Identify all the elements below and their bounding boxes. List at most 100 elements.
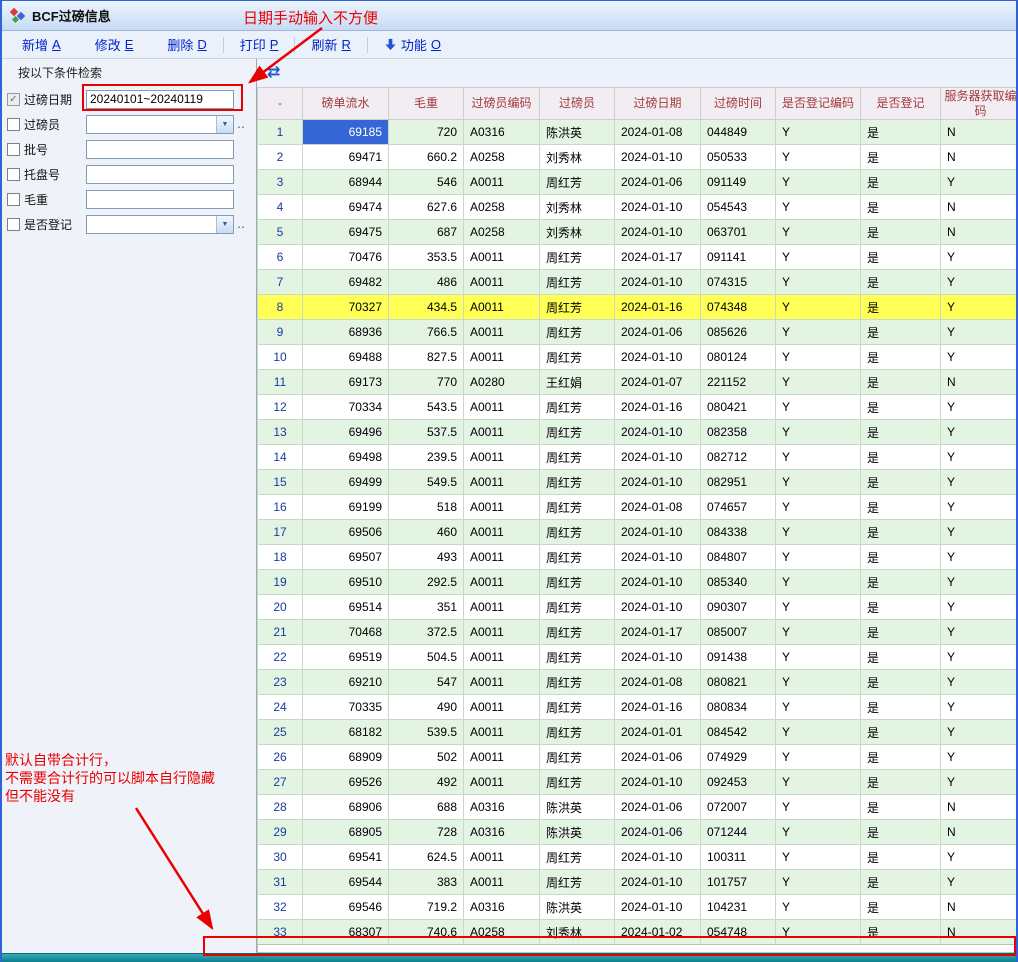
grid-cell[interactable]: 是 [861,845,941,870]
grid-cell[interactable]: N [941,795,1017,820]
grid-cell[interactable]: Y [941,495,1017,520]
grid-cell[interactable]: 69475 [303,220,389,245]
row-number-cell[interactable]: 21 [258,620,303,645]
grid-cell[interactable]: A0011 [464,445,540,470]
print-button[interactable]: 打印P [234,33,285,56]
grid-cell[interactable]: Y [941,745,1017,770]
grid-cell[interactable]: Y [776,245,861,270]
table-row[interactable]: 2369210547A0011周红芳2024-01-08080821Y是Y [258,670,1017,695]
grid-cell[interactable]: 周红芳 [540,695,615,720]
grid-cell[interactable]: 2024-01-16 [615,295,701,320]
grid-cell[interactable]: N [941,195,1017,220]
table-row[interactable]: 3269546719.2A0316陈洪英2024-01-10104231Y是N [258,895,1017,920]
grid-cell[interactable]: 70327 [303,295,389,320]
row-number-cell[interactable]: 23 [258,670,303,695]
grid-cell[interactable]: 719.2 [389,895,464,920]
grid-cell[interactable]: Y [776,595,861,620]
grid-cell[interactable]: Y [776,445,861,470]
grid-cell[interactable]: 687 [389,220,464,245]
grid-cell[interactable]: 69544 [303,870,389,895]
table-row[interactable]: 2568182539.5A0011周红芳2024-01-01084542Y是Y [258,720,1017,745]
grid-cell[interactable]: Y [941,170,1017,195]
grid-cell[interactable]: 074929 [701,745,776,770]
grid-cell[interactable]: 刘秀林 [540,145,615,170]
grid-cell[interactable]: Y [941,770,1017,795]
grid-cell[interactable]: 092453 [701,770,776,795]
grid-cell[interactable]: A0011 [464,245,540,270]
grid-cell[interactable]: 2024-01-02 [615,920,701,945]
grid-cell[interactable]: 是 [861,195,941,220]
grid-cell[interactable]: 2024-01-01 [615,720,701,745]
grid-cell[interactable]: Y [776,270,861,295]
grid-cell[interactable]: 69498 [303,445,389,470]
table-row[interactable]: 1369496537.5A0011周红芳2024-01-10082358Y是Y [258,420,1017,445]
grid-cell[interactable]: 69499 [303,470,389,495]
grid-cell[interactable]: 2024-01-17 [615,620,701,645]
grid-cell[interactable]: 68944 [303,170,389,195]
grid-cell[interactable]: 69506 [303,520,389,545]
grid-cell[interactable]: Y [941,520,1017,545]
grid-cell[interactable]: N [941,145,1017,170]
grid-cell[interactable]: 2024-01-10 [615,445,701,470]
grid-cell[interactable]: Y [776,395,861,420]
grid-cell[interactable]: 434.5 [389,295,464,320]
grid-cell[interactable]: A0011 [464,620,540,645]
grid-cell[interactable]: 是 [861,470,941,495]
grid-cell[interactable]: 70476 [303,245,389,270]
grid-cell[interactable]: 740.6 [389,920,464,945]
chevron-down-icon[interactable]: ▼ [216,116,233,133]
grid-cell[interactable]: 是 [861,445,941,470]
grid-cell[interactable]: 69210 [303,670,389,695]
grid-cell[interactable]: Y [776,495,861,520]
grid-cell[interactable]: 68936 [303,320,389,345]
grid-cell[interactable]: 是 [861,770,941,795]
table-row[interactable]: 1270334543.5A0011周红芳2024-01-16080421Y是Y [258,395,1017,420]
grid-cell[interactable]: A0316 [464,820,540,845]
batch-input[interactable] [86,140,234,159]
grid-cell[interactable]: 085340 [701,570,776,595]
grid-cell[interactable]: 69474 [303,195,389,220]
grid-cell[interactable]: Y [941,645,1017,670]
grid-cell[interactable]: 是 [861,620,941,645]
column-header[interactable]: 磅单流水 [303,88,389,120]
column-header[interactable]: 过磅时间 [701,88,776,120]
grid-cell[interactable]: 2024-01-10 [615,195,701,220]
grid-cell[interactable]: 090307 [701,595,776,620]
grid-cell[interactable]: A0011 [464,270,540,295]
row-number-cell[interactable]: 10 [258,345,303,370]
grid-cell[interactable]: Y [776,820,861,845]
grid-cell[interactable]: A0011 [464,545,540,570]
grid-cell[interactable]: 周红芳 [540,445,615,470]
grid-cell[interactable]: A0316 [464,895,540,920]
grid-cell[interactable]: 是 [861,545,941,570]
grid-cell[interactable]: 周红芳 [540,670,615,695]
grid-cell[interactable]: 是 [861,820,941,845]
grid-cell[interactable]: 539.5 [389,720,464,745]
grid-cell[interactable]: 是 [861,495,941,520]
grid-cell[interactable]: 是 [861,220,941,245]
row-number-cell[interactable]: 20 [258,595,303,620]
grid-cell[interactable]: 周红芳 [540,345,615,370]
column-header[interactable]: 服务器获取编码 [941,88,1017,120]
grid-cell[interactable]: 是 [861,320,941,345]
table-row[interactable]: 3169544383A0011周红芳2024-01-10101757Y是Y [258,870,1017,895]
grid-cell[interactable]: 383 [389,870,464,895]
grid-cell[interactable]: 080821 [701,670,776,695]
grid-cell[interactable]: Y [776,620,861,645]
grid-cell[interactable]: 2024-01-10 [615,570,701,595]
grid-cell[interactable]: 2024-01-06 [615,820,701,845]
grid-cell[interactable]: 是 [861,895,941,920]
grid-cell[interactable]: 68307 [303,920,389,945]
grid-cell[interactable]: Y [941,545,1017,570]
grid-cell[interactable]: Y [776,920,861,945]
grid-cell[interactable]: 69519 [303,645,389,670]
weigher-checkbox[interactable] [7,118,20,131]
grid-cell[interactable]: 69514 [303,595,389,620]
grid-cell[interactable]: 周红芳 [540,395,615,420]
grid-cell[interactable]: A0258 [464,220,540,245]
grid-cell[interactable]: Y [941,695,1017,720]
grid-cell[interactable]: Y [941,470,1017,495]
grid-cell[interactable]: 2024-01-10 [615,345,701,370]
grid-cell[interactable]: N [941,370,1017,395]
grid-cell[interactable]: Y [776,195,861,220]
